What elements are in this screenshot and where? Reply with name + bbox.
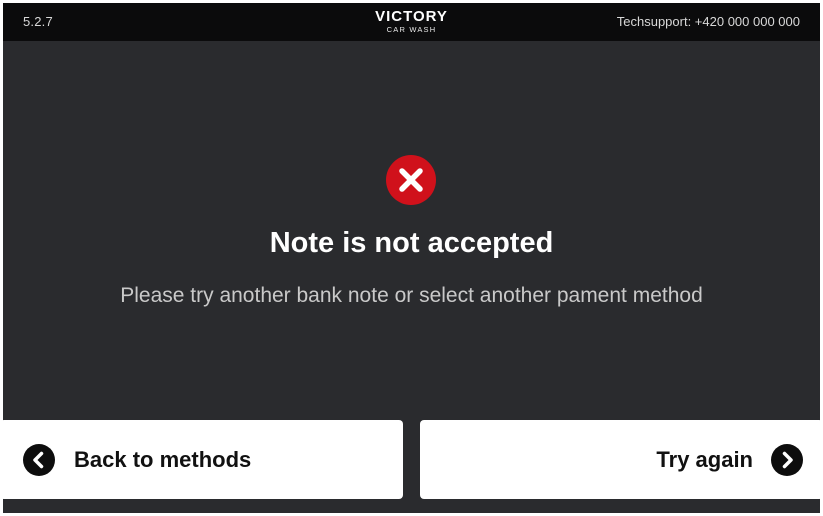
error-description: Please try another bank note or select a… xyxy=(120,284,703,307)
chevron-right-circle-icon xyxy=(771,444,803,476)
techsupport-label: Techsupport: +420 000 000 000 xyxy=(616,14,800,29)
kiosk-screen: 5.2.7 VICTORY CAR WASH Techsupport: +420… xyxy=(3,3,820,513)
error-x-icon xyxy=(386,155,436,205)
retry-button-label: Try again xyxy=(656,447,753,472)
back-button-label: Back to methods xyxy=(74,447,252,472)
back-to-methods-button[interactable]: Back to methods xyxy=(3,420,403,499)
error-title: Note is not accepted xyxy=(269,227,554,259)
try-again-button[interactable]: Try again xyxy=(420,420,820,499)
top-bar: 5.2.7 VICTORY CAR WASH Techsupport: +420… xyxy=(3,3,820,41)
chevron-left-circle-icon xyxy=(23,444,55,476)
bottom-strip xyxy=(3,499,820,513)
